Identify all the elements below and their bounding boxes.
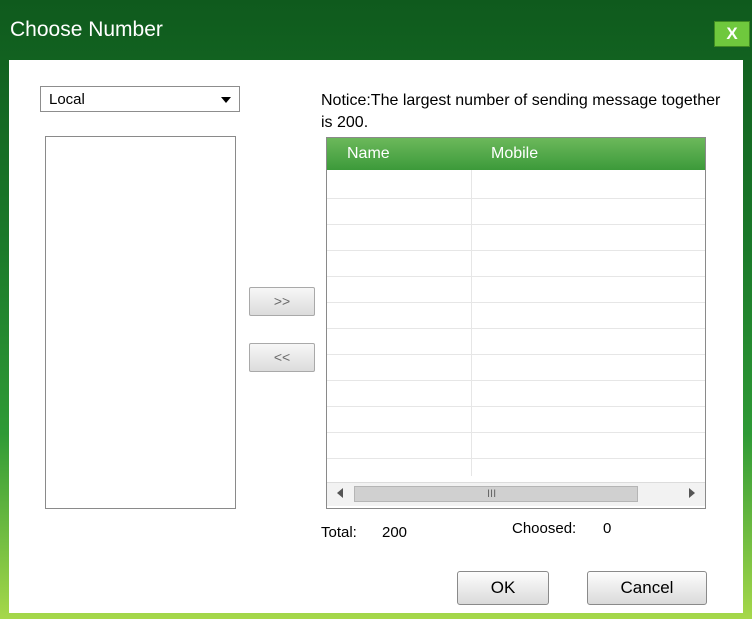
table-row xyxy=(327,224,705,225)
scroll-right-icon[interactable] xyxy=(689,488,695,498)
table-row xyxy=(327,458,705,459)
ok-button[interactable]: OK xyxy=(457,571,549,605)
close-button[interactable]: X xyxy=(714,21,750,47)
add-button[interactable]: >> xyxy=(249,287,315,316)
selected-numbers-table[interactable]: Name Mobile III xyxy=(326,137,706,509)
table-row xyxy=(327,302,705,303)
remove-button[interactable]: << xyxy=(249,343,315,372)
column-divider xyxy=(471,170,472,476)
horizontal-scrollbar[interactable]: III xyxy=(327,482,705,506)
dialog-title: Choose Number xyxy=(10,18,163,41)
chevron-down-icon xyxy=(221,97,231,103)
total-value: 200 xyxy=(382,524,408,541)
table-row xyxy=(327,354,705,355)
table-header: Name Mobile xyxy=(327,138,705,170)
cancel-button[interactable]: Cancel xyxy=(587,571,707,605)
scroll-grip: III xyxy=(487,488,497,500)
table-row xyxy=(327,198,705,199)
table-row xyxy=(327,276,705,277)
source-select-value: Local xyxy=(49,91,85,108)
table-row xyxy=(327,380,705,381)
table-row xyxy=(327,406,705,407)
contact-list[interactable] xyxy=(45,136,236,509)
total-label: Total: xyxy=(321,524,357,541)
scroll-left-icon[interactable] xyxy=(337,488,343,498)
notice-text: Notice:The largest number of sending mes… xyxy=(321,92,721,131)
table-row xyxy=(327,328,705,329)
column-header-name[interactable]: Name xyxy=(347,145,390,163)
table-row xyxy=(327,250,705,251)
title-bar: Choose Number X xyxy=(0,0,752,60)
choosed-label: Choosed: xyxy=(512,520,577,537)
choose-number-dialog: Choose Number X Local Notice:The largest… xyxy=(0,0,752,619)
scrollbar-thumb[interactable]: III xyxy=(354,486,638,502)
table-row xyxy=(327,432,705,433)
source-select[interactable]: Local xyxy=(40,86,240,112)
column-header-mobile[interactable]: Mobile xyxy=(491,145,538,163)
choosed-value: 0 xyxy=(603,520,612,537)
